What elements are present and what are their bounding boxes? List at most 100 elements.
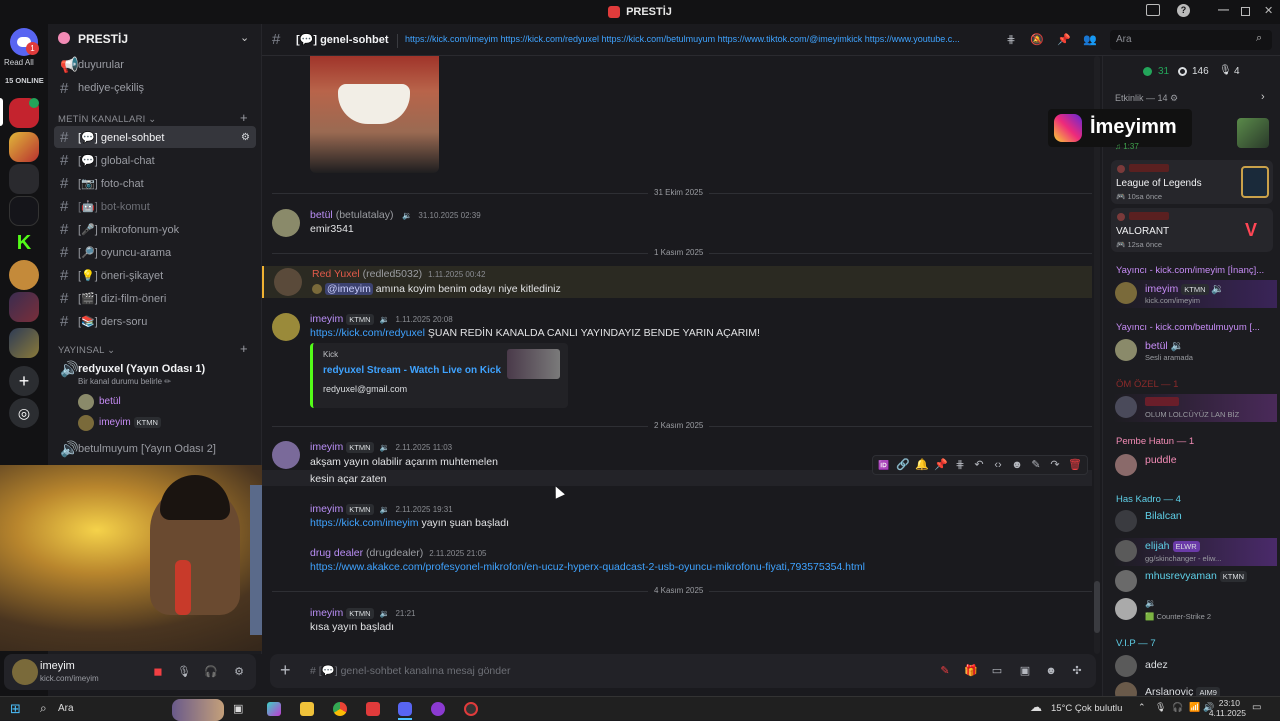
read-all-label[interactable]: Read All (4, 58, 34, 67)
message-author[interactable]: Red Yuxel (redled5032) 1.11.2025 00:42 (312, 268, 485, 280)
server-folder-icon[interactable] (9, 292, 39, 322)
pin-icon[interactable]: 📌 (1057, 33, 1071, 47)
channel-global-chat[interactable]: # [💬] global-chat (54, 149, 256, 171)
delete-icon[interactable]: 🗑 (1068, 458, 1082, 472)
settings-gear-icon[interactable]: ⚙ (232, 665, 246, 679)
server-folder-icon[interactable] (9, 328, 39, 358)
copilot-icon[interactable] (267, 702, 281, 716)
microphone-icon[interactable]: 🎙 (177, 665, 191, 679)
server-icon[interactable] (9, 260, 39, 290)
gift-icon[interactable]: 🎁 (964, 664, 978, 678)
weather-text[interactable]: 15°C Çok bulutlu (1051, 703, 1122, 714)
member-row[interactable]: OLUM LOLCÜYÜZ LAN BİZ (1113, 394, 1277, 422)
member-row[interactable]: elijah ELWR gg/skinchanger - eliw... (1113, 538, 1277, 566)
thread-icon[interactable]: ⋕ (953, 458, 967, 472)
server-name[interactable]: PRESTİJ (78, 32, 128, 46)
task-view-icon[interactable]: ▣ (233, 702, 247, 716)
mic-off-icon[interactable]: ✎ (938, 664, 952, 678)
channel-dizi-film-oneri[interactable]: # [🎬] dizi-film-öneri (54, 287, 256, 309)
add-server-icon[interactable]: + (9, 366, 39, 396)
channel-foto-chat[interactable]: # [📷] foto-chat (54, 172, 256, 194)
clock-date[interactable]: 4.11.2025 (1206, 708, 1246, 718)
tray-wifi-icon[interactable]: 📶 (1189, 702, 1200, 713)
category-metin[interactable]: METİN KANALLARI ⌄ (58, 114, 156, 125)
camera-off-icon[interactable]: ◼ (151, 665, 165, 679)
member-row[interactable]: mhusrevyaman KTMN (1113, 568, 1277, 596)
channel-oyuncu-arama[interactable]: # [🔎] oyuncu-arama (54, 241, 256, 263)
message-author[interactable]: imeyim KTMN 🔉 1.11.2025 20:08 (310, 313, 453, 325)
activity-thumbnail[interactable] (1237, 118, 1269, 148)
emoji-icon[interactable]: ☻ (1010, 458, 1024, 472)
pin-icon[interactable]: 📌 (934, 458, 948, 472)
attach-plus-icon[interactable]: + (280, 660, 291, 681)
close-icon[interactable]: ✕ (1264, 4, 1273, 17)
message-author[interactable]: drug dealer (drugdealer) 2.11.2025 21:05 (310, 547, 487, 559)
server-icon[interactable] (9, 164, 39, 194)
reply-icon[interactable]: ↶ (972, 458, 986, 472)
code-icon[interactable]: ‹› (991, 458, 1005, 472)
channel-genel-sohbet[interactable]: # [💬] genel-sohbet ⚙ (54, 126, 256, 148)
member-list-icon[interactable]: 👥 (1083, 33, 1097, 47)
link-icon[interactable]: 🔗 (896, 458, 910, 472)
avatar[interactable] (12, 659, 38, 685)
server-icon[interactable] (9, 132, 39, 162)
minimize-icon[interactable]: — (1218, 4, 1229, 16)
channel-mikrofonum-yok[interactable]: # [🎤] mikrofonum-yok (54, 218, 256, 240)
message-mention[interactable]: Red Yuxel (redled5032) 1.11.2025 00:42 @i… (262, 266, 1092, 298)
channel-topic[interactable]: https://kick.com/imeyim https://kick.com… (405, 34, 995, 44)
voice-channel-2[interactable]: 🔊 betulmuyum [Yayın Odası 2] (54, 438, 256, 460)
kick-server-icon[interactable]: K (9, 228, 39, 258)
add-channel-icon[interactable]: + (240, 110, 248, 125)
voice-user-imeyim[interactable]: imeyim KTMN (99, 417, 161, 428)
sticker-icon[interactable]: ▣ (1018, 664, 1032, 678)
member-row[interactable]: puddle (1113, 452, 1277, 480)
inbox-icon[interactable] (1146, 4, 1160, 16)
app-icon[interactable] (464, 702, 478, 716)
tray-chevron-icon[interactable]: ⌃ (1138, 702, 1146, 713)
message-link[interactable]: https://www.akakce.com/profesyonel-mikro… (310, 561, 865, 573)
embed-thumbnail[interactable] (507, 349, 560, 379)
server-icon[interactable] (9, 196, 39, 226)
channel-oneri-sikayet[interactable]: # [💡] öneri-şikayet (54, 264, 256, 286)
edit-icon[interactable]: ✎ (1029, 458, 1043, 472)
chrome-icon[interactable] (333, 702, 347, 716)
member-row[interactable]: 🔉 🟩 Counter-Strike 2 (1113, 596, 1277, 624)
windows-start-icon[interactable]: ⊞ (10, 702, 24, 716)
widgets-image[interactable] (172, 699, 224, 721)
emoji-icon[interactable]: ☻ (1044, 664, 1058, 678)
member-row[interactable]: imeyim KTMN 🔉 kick.com/imeyim (1113, 280, 1277, 308)
add-channel-icon[interactable]: + (240, 341, 248, 356)
member-row[interactable]: adez (1113, 653, 1277, 681)
activity-header[interactable]: Etkinlik — 14 ⚙ (1115, 93, 1178, 104)
discover-icon[interactable]: ◎ (9, 398, 39, 428)
apps-icon[interactable]: ✣ (1070, 664, 1084, 678)
help-icon[interactable]: ? (1177, 4, 1190, 17)
taskbar-search-label[interactable]: Ara (58, 703, 74, 714)
clock-time[interactable]: 23:10 (1214, 698, 1240, 708)
notifications-off-icon[interactable]: 🔕 (1030, 33, 1044, 47)
channel-hediye-cekilis[interactable]: # hediye-çekiliş (54, 77, 256, 99)
app-icon[interactable] (366, 702, 380, 716)
tray-headset-icon[interactable]: 🎧 (1172, 702, 1183, 713)
message[interactable]: imeyim KTMN 🔉 2.11.2025 19:31 https://kick.… (262, 500, 1092, 536)
tray-mic-icon[interactable]: 🎙 (1155, 702, 1166, 713)
channel-duyurular[interactable]: 📢 duyurular (54, 54, 256, 76)
discord-taskbar-icon[interactable] (398, 702, 412, 716)
message[interactable]: imeyim KTMN 🔉 21:21 kısa yayın başladı (262, 604, 1092, 640)
maximize-icon[interactable] (1241, 7, 1250, 16)
notification-icon[interactable]: ▭ (1252, 702, 1261, 713)
link-embed[interactable]: Kick redyuxel Stream - Watch Live on Kic… (310, 343, 568, 408)
settings-gear-icon[interactable]: ⚙ (241, 132, 250, 143)
message[interactable]: betül (betulatalay) 🔉 31.10.2025 02:39 em… (262, 206, 1092, 242)
id-icon[interactable]: 🆔 (877, 458, 891, 472)
attached-image[interactable] (310, 56, 439, 173)
message[interactable]: drug dealer (drugdealer) 2.11.2025 21:05 … (262, 544, 1092, 580)
voice-status[interactable]: Bir kanal durumu belirle ✏ (78, 377, 171, 386)
headphones-icon[interactable]: 🎧 (204, 665, 218, 679)
member-row[interactable]: betül 🔉 Sesli aramada (1113, 337, 1277, 365)
message-author[interactable]: betül (betulatalay) 🔉 31.10.2025 02:39 (310, 209, 481, 221)
chevron-down-icon[interactable]: ⌄ (240, 31, 249, 44)
voice-user-betul[interactable]: betül (99, 396, 121, 407)
forward-icon[interactable]: ↷ (1048, 458, 1062, 472)
channel-bot-komut[interactable]: # [🤖] bot-komut (54, 195, 256, 217)
